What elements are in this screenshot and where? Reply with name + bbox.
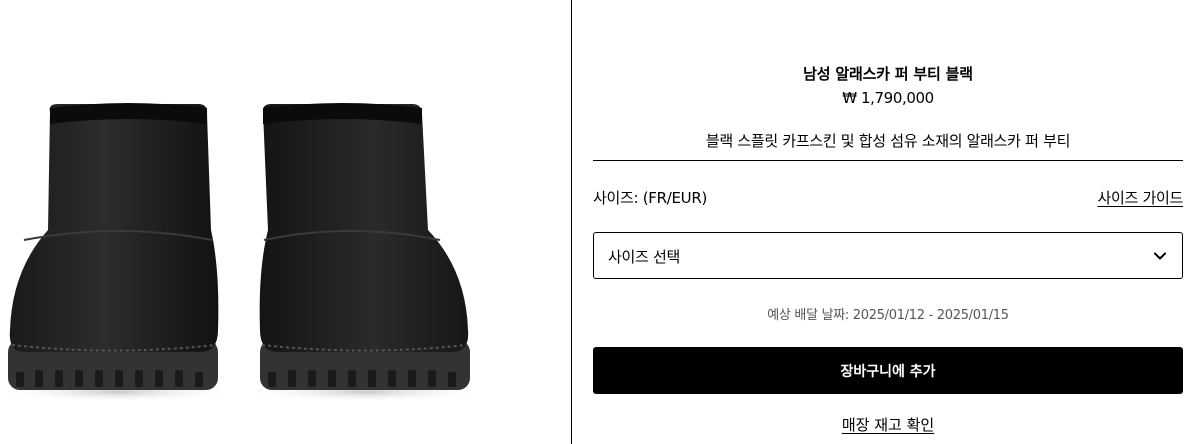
size-select-value: 사이즈 선택 [608,248,680,266]
boots-photo [0,103,485,402]
product-details: 남성 알래스카 퍼 부티 블랙 ₩ 1,790,000 블랙 스플릿 카프스킨 … [593,0,1183,444]
check-store-stock-link[interactable]: 매장 재고 확인 [593,414,1183,435]
product-price: ₩ 1,790,000 [842,89,934,107]
add-to-cart-button[interactable]: 장바구니에 추가 [593,347,1183,394]
product-title: 남성 알래스카 퍼 부티 블랙 [803,65,973,83]
size-select[interactable]: 사이즈 선택 [593,232,1183,279]
section-divider [593,160,1183,161]
product-description: 블랙 스플릿 카프스킨 및 합성 섬유 소재의 알래스카 퍼 부티 [705,132,1071,150]
pane-divider [571,0,572,444]
size-guide-link[interactable]: 사이즈 가이드 [1098,187,1184,208]
delivery-estimate: 예상 배달 날짜: 2025/01/12 - 2025/01/15 [767,308,1009,323]
chevron-down-icon [1154,252,1166,260]
product-image[interactable] [0,0,571,444]
size-label: 사이즈: (FR/EUR) [593,189,708,207]
right-boot [259,103,470,390]
left-boot [8,103,219,390]
